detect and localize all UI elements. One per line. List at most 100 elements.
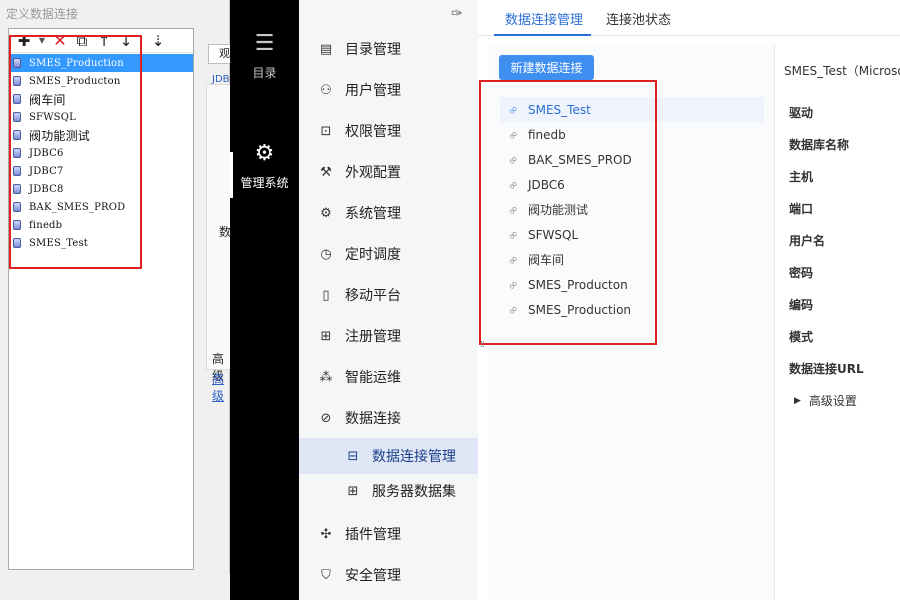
connection-item[interactable]: ∞ JDBC6 (500, 172, 764, 197)
dialog-connection-item[interactable]: 阀功能测试 (9, 126, 193, 144)
field-label: 编码 (789, 298, 814, 312)
sitemap-icon: ⊞ (347, 483, 359, 499)
link-icon: ∞ (504, 126, 522, 143)
connection-item[interactable]: ∞ 阀功能测试 (500, 197, 764, 222)
nav-item-label: 系统管理 (345, 206, 401, 222)
new-connection-button[interactable]: 新建数据连接 (499, 55, 594, 80)
connection-item-label: 阀车间 (528, 253, 565, 267)
dialog-connection-label: JDBC6 (29, 147, 64, 159)
tab-underline (494, 34, 591, 36)
link-icon: ∞ (504, 301, 522, 318)
nav-item-plugin[interactable]: ✣ 插件管理 (299, 516, 478, 552)
nav-item-label: 注册管理 (345, 329, 401, 345)
define-connection-dialog: 定义数据连接 ✚ ▼ ✕ ⧉ ↑ ↓ ⇣ SMES_Production SMES… (0, 0, 246, 600)
nav-item-label: 插件管理 (345, 527, 401, 543)
database-icon (13, 94, 21, 104)
nav-item-register[interactable]: ⊞ 注册管理 (299, 318, 478, 354)
field-label: 模式 (789, 330, 814, 344)
connection-item-label: 阀功能测试 (528, 203, 589, 217)
field-label: 数据连接URL (789, 362, 864, 376)
nav-item-system[interactable]: ⚙ 系统管理 (299, 195, 478, 231)
nav-item-user[interactable]: ⚇ 用户管理 (299, 72, 478, 108)
delete-icon[interactable]: ✕ (49, 31, 71, 51)
dialog-connection-item[interactable]: JDBC6 (9, 144, 193, 162)
dialog-connection-item[interactable]: SMES_Producton (9, 72, 193, 90)
connection-item-label: BAK_SMES_PROD (528, 152, 632, 167)
nav-item-ops[interactable]: ⁂ 智能运维 (299, 359, 478, 395)
nav-item-permission[interactable]: ⊡ 权限管理 (299, 113, 478, 149)
dialog-connection-item[interactable]: 阀车间 (9, 90, 193, 108)
pin-icon[interactable]: ✑ (451, 6, 463, 22)
database-icon (13, 112, 21, 122)
nav-item-catalog[interactable]: ▤ 目录管理 (299, 31, 478, 67)
dialog-connection-item[interactable]: SFWSQL (9, 108, 193, 126)
connection-item[interactable]: ∞ BAK_SMES_PROD (500, 147, 764, 172)
move-up-icon[interactable]: ↑ (93, 31, 115, 51)
add-icon[interactable]: ✚ (13, 31, 35, 51)
register-icon: ⊞ (320, 328, 332, 344)
lock-icon: ⊡ (320, 123, 332, 139)
dialog-connection-label: SFWSQL (29, 111, 76, 123)
connection-item-label: SMES_Production (528, 302, 632, 317)
mobile-icon: ▯ (322, 287, 330, 303)
field-label: 密码 (789, 266, 814, 280)
nav-item-data-connection[interactable]: ⊘ 数据连接 (299, 400, 478, 436)
sidebar-manage-system[interactable]: ⚙ 管理系统 (230, 142, 299, 191)
connection-item[interactable]: ∞ SMES_Production (500, 297, 764, 322)
field-label: 主机 (789, 170, 814, 184)
nav-item-connection-management[interactable]: ⊟ 数据连接管理 (299, 438, 478, 474)
nav-item-appearance[interactable]: ⚒ 外观配置 (299, 154, 478, 190)
dialog-config-area: 观 JDBC 数 高级 高级 (198, 28, 246, 588)
database-icon (13, 76, 21, 86)
dialog-footer (0, 574, 230, 600)
connection-list-panel: ✚ ▼ ✕ ⧉ ↑ ↓ ⇣ SMES_Production SMES_Produc… (8, 28, 194, 570)
dialog-connection-item[interactable]: finedb (9, 216, 193, 234)
tab-connection-management[interactable]: 数据连接管理 (505, 9, 583, 28)
dialog-connection-item[interactable]: BAK_SMES_PROD (9, 198, 193, 216)
nav-item-security[interactable]: ⛉ 安全管理 (299, 557, 478, 593)
connection-item[interactable]: ∞ SMES_Test (500, 97, 764, 122)
copy-icon[interactable]: ⧉ (71, 31, 93, 51)
database-icon (13, 202, 21, 212)
advanced-settings[interactable]: ▶ 高级设置 (794, 392, 857, 409)
connection-item-label: finedb (528, 127, 566, 142)
resize-handle[interactable]: ⁞⁞ (480, 340, 485, 350)
sidebar-manage-label: 管理系统 (240, 176, 289, 190)
dialog-connection-item[interactable]: SMES_Production (9, 54, 193, 72)
connection-item[interactable]: ∞ finedb (500, 122, 764, 147)
field-label: 端口 (789, 202, 814, 216)
connection-item[interactable]: ∞ SFWSQL (500, 222, 764, 247)
dialog-connection-label: finedb (29, 219, 63, 231)
sidebar-catalog[interactable]: ☰ 目录 (230, 32, 299, 81)
connection-list: ∞ SMES_Test ∞ finedb ∞ BAK_SMES_PROD ∞ JDBC6 ∞ 阀功… (500, 97, 764, 322)
dialog-connection-item[interactable]: SMES_Test (9, 234, 193, 252)
nav-item-label: 权限管理 (345, 124, 401, 140)
advanced-settings-label: 高级设置 (808, 394, 857, 408)
add-dropdown-icon[interactable]: ▼ (35, 31, 49, 51)
dialog-connection-label: BAK_SMES_PROD (29, 201, 126, 213)
tab-pool-status[interactable]: 连接池状态 (606, 9, 671, 28)
dialog-connection-item[interactable]: JDBC7 (9, 162, 193, 180)
database-icon (13, 58, 21, 68)
dialog-connection-label: JDBC7 (29, 165, 64, 177)
connection-item[interactable]: ∞ SMES_Producton (500, 272, 764, 297)
dialog-connection-item[interactable]: JDBC8 (9, 180, 193, 198)
dialog-connection-label: 阀功能测试 (29, 128, 91, 143)
tab-bar: 数据连接管理 连接池状态 (478, 0, 900, 36)
move-down-icon[interactable]: ↓ (115, 31, 137, 51)
sort-icon[interactable]: ⇣ (147, 31, 169, 51)
dialog-toolbar: ✚ ▼ ✕ ⧉ ↑ ↓ ⇣ (9, 29, 193, 53)
dialog-connection-label: 阀车间 (29, 92, 66, 107)
nav-item-label: 移动平台 (345, 288, 401, 304)
advanced-link[interactable]: 高级 (212, 370, 230, 404)
nav-item-label: 智能运维 (345, 370, 401, 386)
nav-item-schedule[interactable]: ◷ 定时调度 (299, 236, 478, 272)
nav-item-server-dataset[interactable]: ⊞ 服务器数据集 (299, 473, 478, 509)
nav-item-label: 安全管理 (345, 568, 401, 584)
database-icon (13, 184, 21, 194)
paperclip-icon: ⊘ (320, 410, 332, 426)
field-label: 驱动 (789, 106, 814, 120)
connection-item[interactable]: ∞ 阀车间 (500, 247, 764, 272)
dialog-title: 定义数据连接 (6, 7, 79, 21)
nav-item-mobile[interactable]: ▯ 移动平台 (299, 277, 478, 313)
